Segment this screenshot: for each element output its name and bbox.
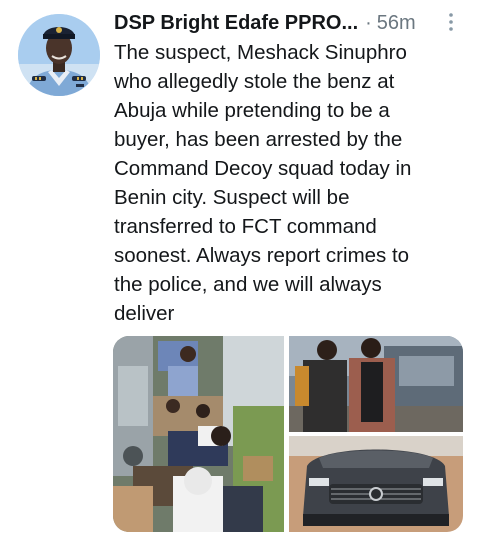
police-officer-avatar-icon [18,14,100,96]
author-avatar[interactable] [18,14,100,96]
crowd-at-scene-photo[interactable] [113,336,284,532]
more-options-button[interactable] [437,8,465,36]
tweet-timestamp[interactable]: 56m [377,12,416,35]
suspect-with-officer-photo[interactable] [289,336,463,432]
tweet-header: DSP Bright Edafe PPRO... · 56m [114,8,474,38]
media-grid [113,336,463,532]
tweet[interactable]: DSP Bright Edafe PPRO... · 56m The suspe… [0,0,479,537]
author-name[interactable]: DSP Bright Edafe PPRO... [114,12,358,35]
recovered-mercedes-photo[interactable] [289,436,463,532]
tweet-text: The suspect, Meshack Sinuphro who allege… [114,41,412,325]
separator-dot: · [365,11,372,34]
more-vertical-icon [449,13,453,31]
